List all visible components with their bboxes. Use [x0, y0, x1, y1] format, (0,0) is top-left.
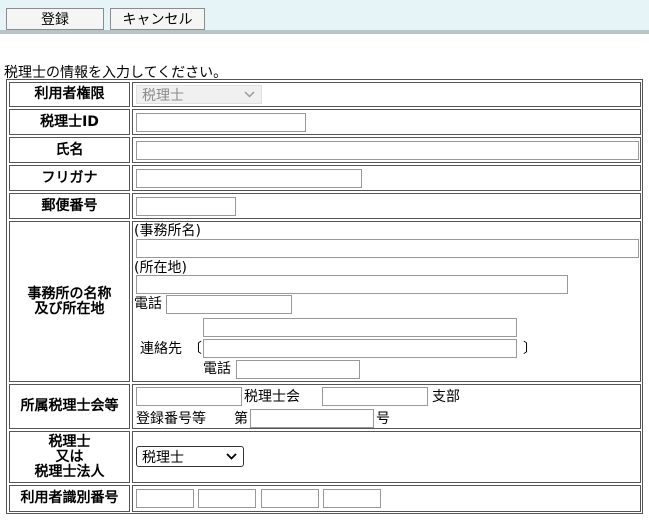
user-identifier-cell: [132, 485, 641, 512]
branch-suffix: 支部: [432, 389, 460, 405]
cancel-button[interactable]: キャンセル: [110, 8, 205, 30]
branch-input[interactable]: [322, 387, 428, 406]
postal-code-input[interactable]: [136, 197, 236, 216]
tax-accountant-id-cell: [132, 109, 641, 135]
user-identifier-input-2[interactable]: [198, 489, 256, 508]
contact-label: 連絡先: [140, 341, 182, 357]
registration-number-input[interactable]: [250, 409, 374, 428]
tax-type-label-line3: 税理士法人: [34, 463, 105, 480]
chevron-down-icon: [244, 86, 255, 103]
form-table: 利用者権限 税理士 税理士ID 氏名 フリガナ 郵便番号 事務所の名称 及び所在…: [6, 79, 643, 514]
association-cell: 税理士会 支部 登録番号等 第 号: [132, 384, 641, 429]
furigana-cell: [132, 165, 641, 191]
tax-type-select[interactable]: 税理士: [136, 446, 244, 467]
name-input[interactable]: [136, 141, 639, 160]
office-name-input[interactable]: [136, 239, 639, 258]
tax-type-label-line2: 又は: [55, 448, 84, 465]
name-label: 氏名: [9, 137, 130, 163]
office-name-caption: (事務所名): [134, 223, 201, 239]
tax-type-cell: 税理士: [132, 431, 641, 483]
office-label-line1: 事務所の名称: [27, 285, 112, 302]
user-identifier-input-1[interactable]: [136, 489, 194, 508]
toolbar: 登録 キャンセル: [0, 0, 649, 34]
user-identifier-label: 利用者識別番号: [9, 485, 130, 512]
contact-phone-label: 電話: [203, 361, 231, 377]
association-suffix: 税理士会: [244, 389, 300, 405]
office-label-line2: 及び所在地: [34, 300, 105, 317]
tax-type-label-line1: 税理士: [48, 433, 91, 450]
postal-code-cell: [132, 193, 641, 219]
contact-input-1[interactable]: [203, 318, 517, 337]
association-input[interactable]: [136, 387, 242, 406]
user-role-cell: 税理士: [132, 82, 641, 107]
office-phone-input[interactable]: [166, 295, 292, 314]
furigana-input[interactable]: [136, 169, 362, 188]
name-cell: [132, 137, 641, 163]
postal-code-label: 郵便番号: [9, 193, 130, 219]
contact-input-2[interactable]: [203, 339, 517, 358]
tax-type-label: 税理士 又は 税理士法人: [9, 431, 130, 483]
contact-phone-input[interactable]: [236, 360, 360, 379]
chevron-down-icon: [226, 447, 237, 466]
number-suffix: 号: [376, 411, 390, 427]
office-phone-label: 電話: [134, 296, 162, 312]
office-cell: (事務所名) (所在地) 電話 連絡先 〔 〕 電話: [132, 221, 641, 382]
user-role-label: 利用者権限: [9, 82, 130, 107]
furigana-label: フリガナ: [9, 165, 130, 191]
address-caption: (所在地): [134, 260, 187, 276]
association-label: 所属税理士会等: [9, 384, 130, 429]
contact-bracket-open: 〔: [188, 341, 202, 357]
contact-bracket-close: 〕: [523, 341, 537, 357]
number-prefix: 第: [234, 411, 248, 427]
address-input[interactable]: [136, 275, 568, 294]
registration-label: 登録番号等: [136, 411, 206, 427]
tax-accountant-id-input[interactable]: [136, 113, 306, 132]
register-button[interactable]: 登録: [6, 8, 104, 30]
user-role-select: 税理士: [136, 85, 262, 104]
user-identifier-input-4[interactable]: [323, 489, 381, 508]
office-label: 事務所の名称 及び所在地: [9, 221, 130, 382]
tax-accountant-id-label: 税理士ID: [9, 109, 130, 135]
user-identifier-input-3[interactable]: [261, 489, 319, 508]
